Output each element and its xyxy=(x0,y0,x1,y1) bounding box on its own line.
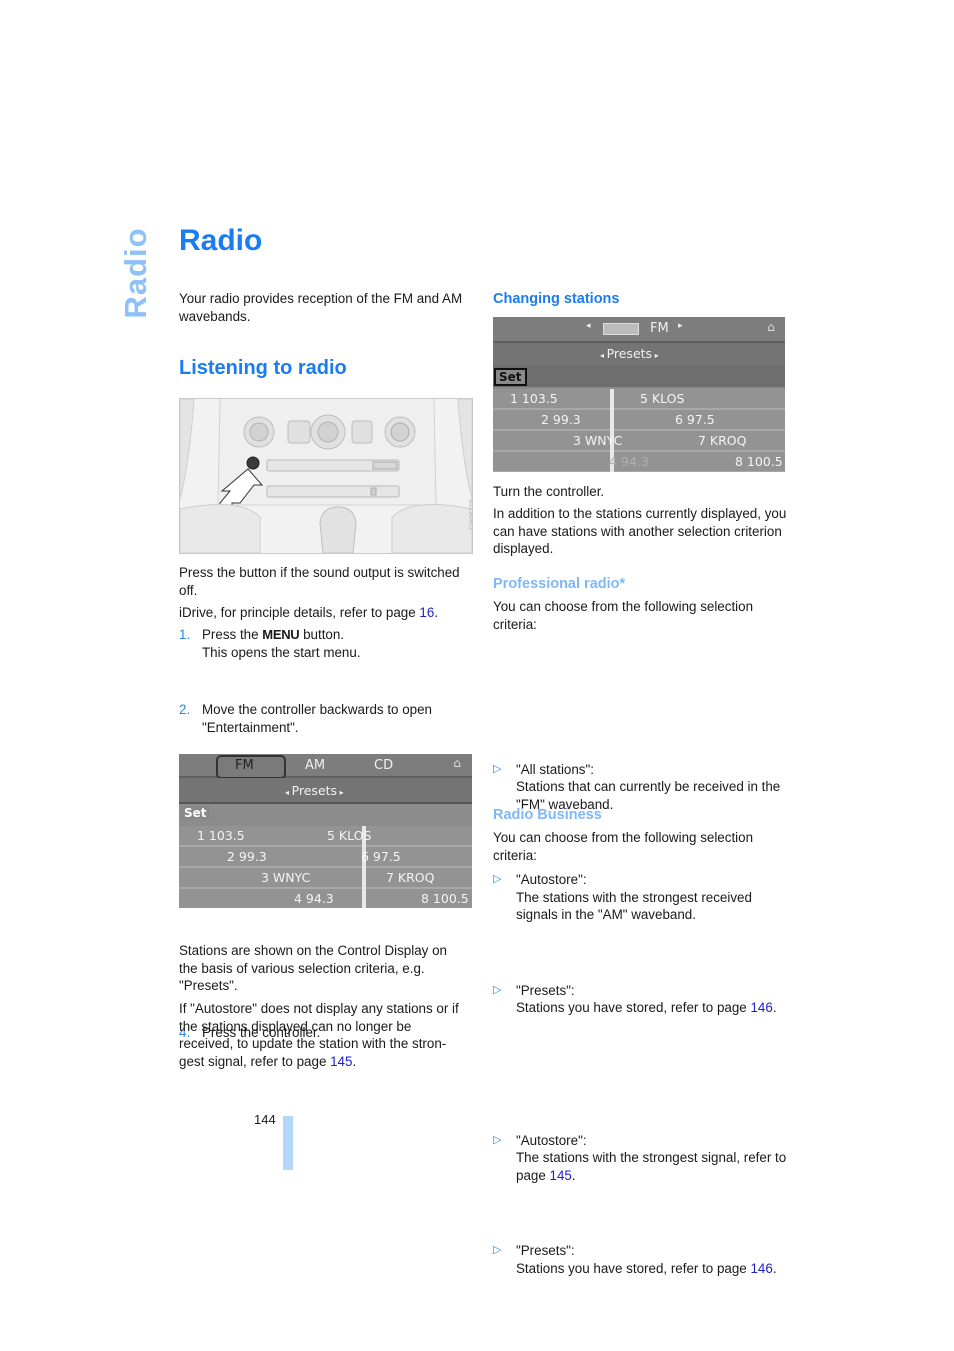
station-3[interactable]: 3 WNYC xyxy=(573,433,622,448)
set-bar xyxy=(493,365,785,387)
page-link-145[interactable]: 145 xyxy=(550,1168,572,1183)
station-8[interactable]: 8 100.5 xyxy=(735,454,783,469)
press-button-text: Press the button if the sound output is … xyxy=(179,565,460,598)
idrive-text: iDrive, for principle details, refer to … xyxy=(179,604,474,622)
bullet-triangle-icon: ▷ xyxy=(493,983,502,996)
autostore-text-post: . xyxy=(352,1053,357,1069)
idrive-text-pre: iDrive, for principle details, refer to … xyxy=(179,605,420,620)
professional-item-all-stations: ▷ "All stations": Stations that can curr… xyxy=(493,761,788,814)
station-5[interactable]: 5 KLOS xyxy=(327,828,371,843)
station-2[interactable]: 2 99.3 xyxy=(227,849,267,864)
dashboard-figure: W6C0G4C1 xyxy=(179,398,473,554)
bullet-triangle-icon: ▷ xyxy=(493,1133,502,1146)
station-1[interactable]: 1 103.5 xyxy=(510,391,558,406)
tab-am[interactable]: AM xyxy=(305,758,325,773)
step-text-post: button. xyxy=(299,627,345,642)
item-label: "Autostore": xyxy=(516,872,587,887)
side-chapter-title: Radio xyxy=(116,227,156,319)
home-icon[interactable]: ⌂ xyxy=(447,756,467,774)
page-number: 144 xyxy=(254,1112,276,1127)
home-icon[interactable]: ⌂ xyxy=(761,320,781,338)
selector-presets[interactable]: ◂ Presets ▸ xyxy=(600,346,659,361)
idrive-text-post: . xyxy=(434,605,439,620)
control-display-screen-2: ◂ FM ▸ ⌂ ◂ Presets ▸ Set 1 103.5 2 99.3 … xyxy=(493,317,785,472)
page-link-146[interactable]: 146 xyxy=(750,1261,772,1276)
step-number: 1. xyxy=(179,627,191,642)
bullet-triangle-icon: ▷ xyxy=(493,762,502,775)
autostore-text: If "Autostore" does not display any stat… xyxy=(179,1000,469,1070)
station-row xyxy=(493,410,785,431)
bullet-triangle-icon: ▷ xyxy=(493,873,502,885)
page-link-16[interactable]: 16 xyxy=(419,605,434,620)
step-subtext: This opens the start menu. xyxy=(202,644,361,660)
step-text: Press the xyxy=(202,627,263,642)
item-desc-post: . xyxy=(772,1000,777,1015)
radio-business-heading: Radio Business xyxy=(493,807,602,823)
station-5[interactable]: 5 KLOS xyxy=(640,391,684,406)
addition-text: In addition to the stations currently di… xyxy=(493,506,787,556)
item-label: "All stations": xyxy=(516,761,594,777)
business-item-presets: ▷ "Presets": Stations you have stored, r… xyxy=(493,1242,811,1277)
chevron-right-icon[interactable]: ▸ xyxy=(678,321,683,331)
tab-fm-label: FM xyxy=(235,758,254,773)
station-6[interactable]: 6 97.5 xyxy=(675,412,715,427)
professional-item-autostore: ▷ "Autostore": The stations with the str… xyxy=(493,871,788,924)
station-7[interactable]: 7 KROQ xyxy=(698,433,747,448)
dashboard-illustration xyxy=(180,399,472,553)
step-number: 2. xyxy=(179,702,191,717)
chevron-right-icon: ▸ xyxy=(337,788,344,797)
changing-stations-heading: Changing stations xyxy=(493,291,620,307)
page-link-145[interactable]: 145 xyxy=(330,1054,352,1069)
item-desc: The stations with the strongest received… xyxy=(516,889,752,923)
station-7[interactable]: 7 KROQ xyxy=(386,870,435,885)
band-label: FM xyxy=(650,321,669,336)
selector-presets[interactable]: ◂ Presets ▸ xyxy=(285,783,344,798)
station-6[interactable]: 6 97.5 xyxy=(361,849,401,864)
page-marker-bar xyxy=(283,1116,293,1170)
step-text: Move the controller backwards to open "E… xyxy=(202,702,432,735)
professional-item-presets: ▷ "Presets": Stations you have stored, r… xyxy=(493,982,811,1017)
item-label: "Autostore": xyxy=(516,1132,587,1148)
professional-intro: You can choose from the following select… xyxy=(493,599,754,632)
set-button[interactable]: Set xyxy=(494,368,527,386)
item-label: "Presets": xyxy=(516,982,575,998)
step-1: 1. Press the MENU button. This opens the… xyxy=(179,626,474,661)
stations-shown-text: Stations are shown on the Control Displa… xyxy=(179,943,447,993)
item-desc-post: . xyxy=(571,1167,576,1183)
station-row xyxy=(179,847,472,868)
bullet-triangle-icon: ▷ xyxy=(493,1244,502,1256)
business-item-autostore: ▷ "Autostore": The stations with the str… xyxy=(493,1132,788,1185)
menu-key-icon: MENU xyxy=(262,627,300,642)
control-display-screen-1: FM AM CD ⌂ ◂ Presets ▸ Set 1 103.5 2 99.… xyxy=(179,754,472,908)
station-1[interactable]: 1 103.5 xyxy=(197,828,245,843)
item-desc: Stations you have stored, refer to page xyxy=(516,1260,751,1276)
item-desc: Stations you have stored, refer to page xyxy=(516,1000,751,1015)
band-bar xyxy=(493,317,785,343)
chevron-right-icon: ▸ xyxy=(652,351,659,360)
turn-controller-text: Turn the controller. xyxy=(493,484,605,499)
professional-radio-heading: Professional radio* xyxy=(493,576,626,592)
page-link-146[interactable]: 146 xyxy=(750,1000,772,1015)
station-4[interactable]: 4 94.3 xyxy=(609,454,649,469)
tab-cd[interactable]: CD xyxy=(374,758,393,773)
station-8[interactable]: 8 100.5 xyxy=(421,891,469,906)
set-button[interactable]: Set xyxy=(181,806,210,820)
side-chapter-title-text: Radio xyxy=(118,227,153,319)
station-2[interactable]: 2 99.3 xyxy=(541,412,581,427)
station-3[interactable]: 3 WNYC xyxy=(261,870,310,885)
page-title: Radio xyxy=(179,224,263,257)
chevron-left-icon[interactable]: ◂ xyxy=(586,321,591,331)
station-4[interactable]: 4 94.3 xyxy=(294,891,334,906)
selector-label: Presets xyxy=(291,783,338,798)
intro-text: Your radio provides reception of the FM … xyxy=(179,291,463,324)
item-label: "Presets": xyxy=(516,1243,575,1258)
step-2: 2. Move the controller backwards to open… xyxy=(179,701,474,736)
selector-label: Presets xyxy=(606,346,653,361)
listening-heading: Listening to radio xyxy=(179,357,347,379)
autostore-text-pre: If "Autostore" does not display any stat… xyxy=(179,1001,459,1069)
business-intro: You can choose from the following select… xyxy=(493,830,754,863)
radio-icon xyxy=(603,323,639,335)
item-desc-post: . xyxy=(772,1260,777,1276)
figure-id: W6C0G4C1 xyxy=(467,499,473,530)
